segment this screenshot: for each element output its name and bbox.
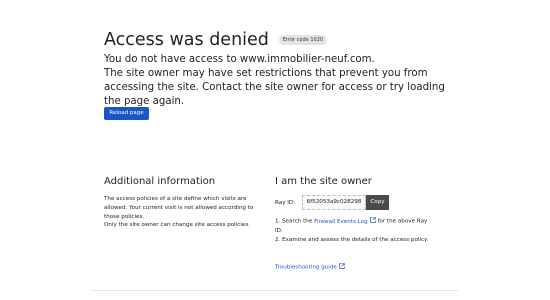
- step-1-prefix: 1. Search the: [275, 218, 315, 225]
- additional-info-para-2: Only the site owner can change site acce…: [104, 222, 251, 229]
- additional-info-text: The access policies of a site define whi…: [104, 195, 269, 230]
- additional-info-para-1: The access policies of a site define whi…: [104, 196, 254, 220]
- additional-info-heading: Additional information: [104, 176, 216, 187]
- firewall-events-log-link[interactable]: Firewall Events Log: [314, 217, 376, 225]
- page-title: Access was denied: [104, 30, 269, 50]
- title-row: Access was denied Error code 1020: [104, 29, 328, 51]
- denial-message: You do not have access to www.immobilier…: [104, 53, 464, 109]
- site-owner-heading: I am the site owner: [275, 176, 372, 187]
- copy-ray-id-button[interactable]: Copy: [366, 195, 389, 210]
- ray-id-label: Ray ID:: [275, 199, 296, 206]
- step-2: 2. Examine and assess the details of the…: [275, 236, 429, 243]
- owner-steps: 1. Search the Firewall Events Log for th…: [275, 217, 435, 245]
- ray-id-row: Ray ID: 6f52053a9c028298 Copy: [275, 195, 389, 210]
- error-code-badge: Error code 1020: [278, 35, 328, 45]
- troubleshooting-guide-label: Troubleshooting guide: [275, 264, 337, 271]
- message-line-2: The site owner may have set restrictions…: [104, 67, 449, 109]
- step-1: 1. Search the Firewall Events Log for th…: [275, 217, 435, 236]
- footer-divider: [91, 290, 459, 291]
- firewall-events-log-label: Firewall Events Log: [314, 218, 368, 225]
- troubleshooting-guide-link[interactable]: Troubleshooting guide: [275, 263, 345, 271]
- message-line-2-text: The site owner may have set restrictions…: [104, 68, 445, 107]
- external-link-icon: [339, 263, 345, 269]
- access-denied-page: Access was denied Error code 1020 You do…: [0, 0, 550, 300]
- ray-id-value[interactable]: 6f52053a9c028298: [302, 195, 366, 210]
- reload-page-button[interactable]: Reload page: [104, 107, 149, 120]
- message-line-1: You do not have access to www.immobilier…: [104, 54, 375, 65]
